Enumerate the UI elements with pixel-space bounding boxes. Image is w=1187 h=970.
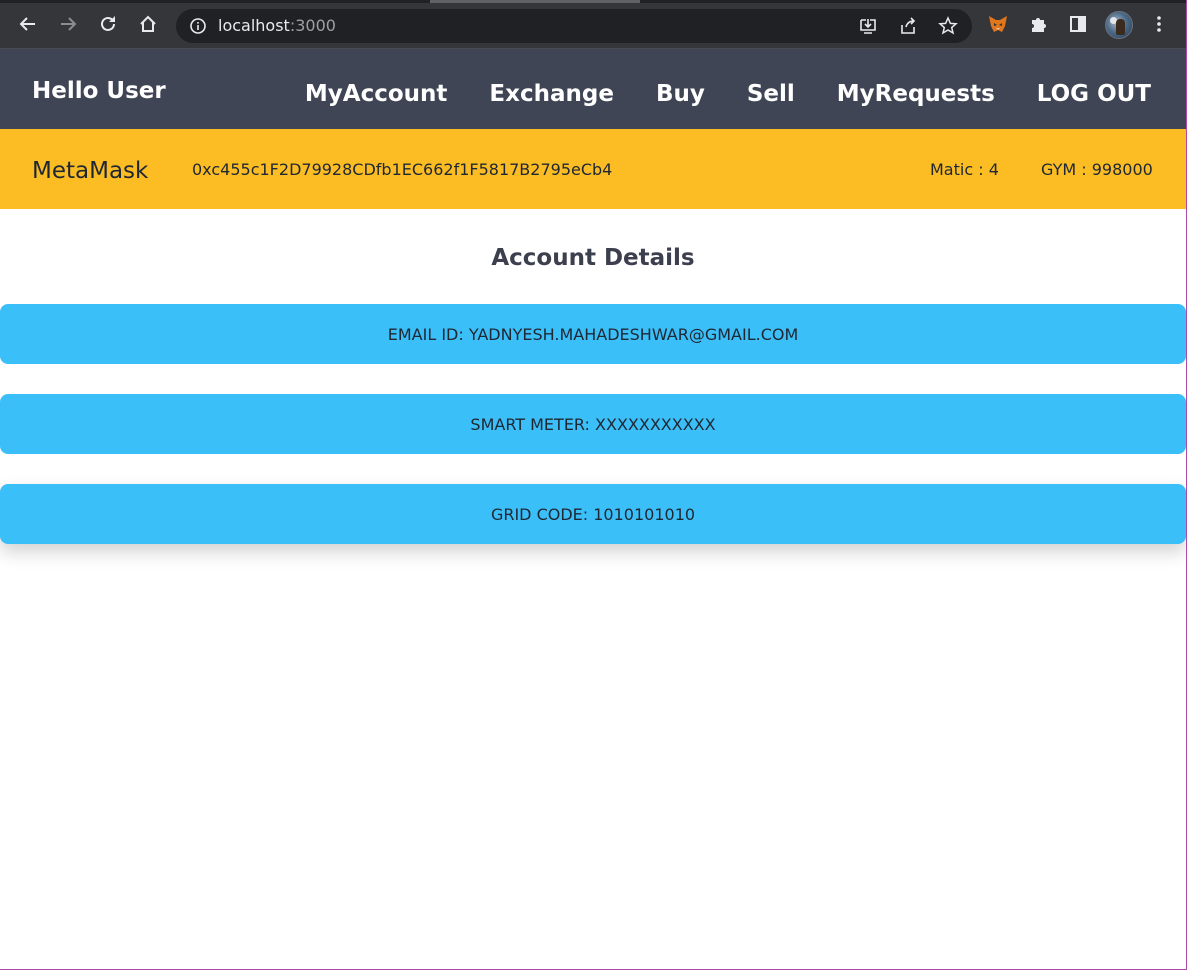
side-panel-icon[interactable] bbox=[1065, 11, 1091, 37]
wallet-address: 0xc455c1F2D79928CDfb1EC662f1F5817B2795eC… bbox=[192, 160, 613, 179]
nav-link-myrequests[interactable]: MyRequests bbox=[837, 80, 995, 108]
account-details-list: EMAIL ID: YADNYESH.MAHADESHWAR@GMAIL.COM… bbox=[0, 304, 1186, 574]
bookmark-star-icon[interactable] bbox=[937, 15, 959, 37]
email-card: EMAIL ID: YADNYESH.MAHADESHWAR@GMAIL.COM bbox=[0, 304, 1186, 364]
wallet-name: MetaMask bbox=[32, 158, 149, 184]
nav-link-exchange[interactable]: Exchange bbox=[489, 80, 614, 108]
wallet-bar: MetaMask 0xc455c1F2D79928CDfb1EC662f1F58… bbox=[0, 129, 1186, 209]
install-app-icon[interactable] bbox=[857, 15, 879, 37]
reload-icon[interactable] bbox=[93, 9, 123, 39]
address-bar[interactable]: localhost:3000 bbox=[176, 9, 972, 43]
home-icon[interactable] bbox=[133, 9, 163, 39]
share-icon[interactable] bbox=[897, 15, 919, 37]
metamask-fox-icon[interactable] bbox=[985, 11, 1011, 37]
matic-balance: Matic : 4 bbox=[930, 160, 999, 179]
page-title: Account Details bbox=[491, 245, 695, 271]
smart-meter-card: SMART METER: XXXXXXXXXXX bbox=[0, 394, 1186, 454]
profile-avatar[interactable] bbox=[1105, 11, 1133, 39]
forward-icon[interactable] bbox=[53, 9, 83, 39]
app-navbar: Hello User MyAccount Exchange Buy Sell M… bbox=[0, 49, 1186, 129]
nav-link-sell[interactable]: Sell bbox=[747, 80, 795, 108]
grid-code-card: GRID CODE: 1010101010 bbox=[0, 484, 1186, 544]
active-tab-edge bbox=[430, 0, 640, 3]
navbar-greeting[interactable]: Hello User bbox=[32, 77, 166, 105]
gym-balance: GYM : 998000 bbox=[1041, 160, 1153, 179]
nav-links: MyAccount Exchange Buy Sell MyRequests L… bbox=[263, 80, 1151, 108]
nav-link-myaccount[interactable]: MyAccount bbox=[305, 80, 448, 108]
site-info-icon[interactable] bbox=[188, 16, 208, 36]
kebab-menu-icon[interactable] bbox=[1146, 11, 1172, 37]
logout-button[interactable]: LOG OUT bbox=[1037, 80, 1151, 108]
browser-toolbar: localhost:3000 bbox=[0, 0, 1186, 49]
nav-link-buy[interactable]: Buy bbox=[656, 80, 705, 108]
url-text[interactable]: localhost:3000 bbox=[218, 16, 336, 36]
browser-window: localhost:3000 Hello User MyAccount Exch… bbox=[0, 0, 1187, 970]
extensions-puzzle-icon[interactable] bbox=[1025, 11, 1051, 37]
back-icon[interactable] bbox=[13, 9, 43, 39]
